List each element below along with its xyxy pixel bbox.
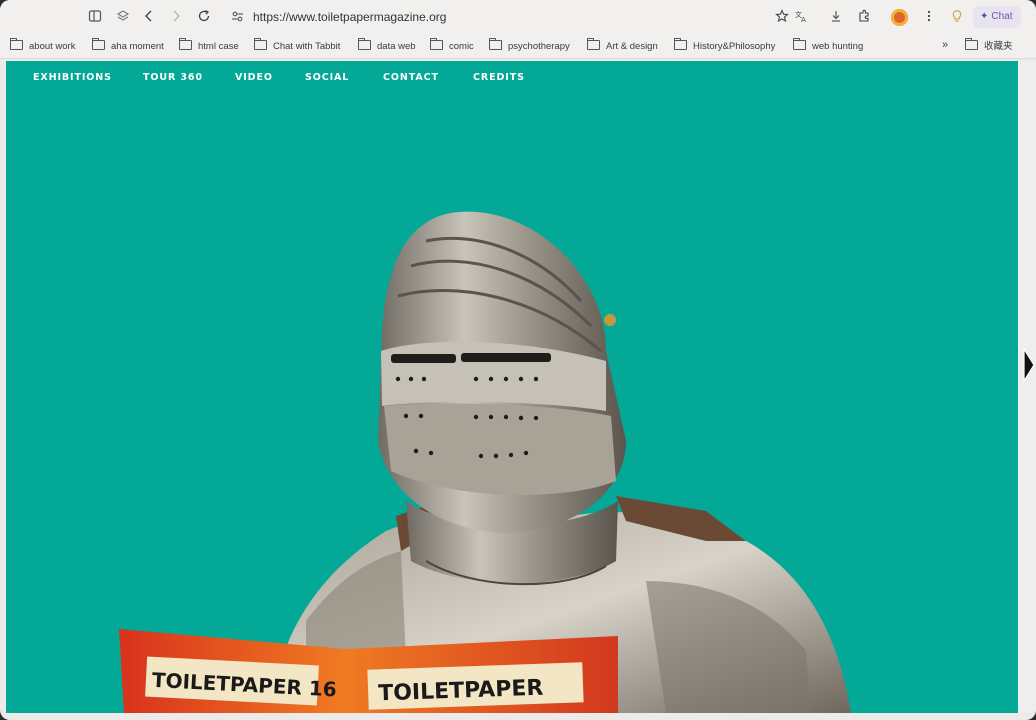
nav-tour-360[interactable]: TOUR 360 [143, 72, 203, 83]
folder-icon [430, 38, 443, 50]
chat-button[interactable]: ✦ Chat [973, 6, 1021, 28]
folder-icon [358, 38, 371, 50]
bookmark-data-web[interactable]: data web [358, 38, 416, 54]
lightbulb-icon[interactable] [948, 9, 966, 27]
bookmark-comic[interactable]: comic [430, 38, 474, 54]
folder-icon [489, 38, 502, 50]
extension-avatar-icon[interactable] [891, 9, 908, 26]
chat-spark-icon: ✦ [980, 11, 989, 22]
bookmark-label: data web [377, 41, 416, 52]
bookmark-label: History&Philosophy [693, 41, 776, 52]
chat-button-label: Chat [991, 11, 1013, 22]
bookmarks-bar: about work aha moment html case Chat wit… [0, 36, 1036, 59]
folder-icon [92, 38, 105, 50]
nav-video[interactable]: VIDEO [235, 72, 273, 83]
bookmark-label: web hunting [812, 41, 864, 52]
bookmark-aha-moment[interactable]: aha moment [92, 38, 164, 54]
folder-icon [965, 38, 978, 50]
site-info-icon[interactable] [230, 10, 244, 24]
bookmarks-overflow-button[interactable]: » [942, 39, 948, 51]
reload-icon[interactable] [195, 9, 213, 27]
bookmark-web-hunting[interactable]: web hunting [793, 38, 864, 54]
sidebar-icon[interactable] [86, 9, 104, 27]
knight-hero-image: TOILETPAPER 16 TOILETPAPER [119, 211, 851, 713]
bookmark-label: aha moment [111, 41, 164, 52]
bookmark-about-work[interactable]: about work [10, 38, 76, 54]
bookmark-label: Chat with Tabbit [273, 41, 341, 52]
bookmark-favorites-folder[interactable]: 收藏夹 [965, 38, 1013, 54]
download-icon[interactable] [827, 9, 845, 27]
browser-window: https://www.toiletpapermagazine.org 文A ✦… [0, 0, 1036, 720]
nav-exhibitions[interactable]: EXHIBITIONS [33, 72, 112, 83]
mouse-cursor-icon [1022, 346, 1036, 387]
bookmark-label: 收藏夹 [984, 41, 1013, 52]
folder-icon [10, 38, 23, 50]
bookmark-label: Art & design [606, 41, 658, 52]
bookmark-label: comic [449, 41, 474, 52]
folder-icon [254, 38, 267, 50]
bookmark-label: html case [198, 41, 239, 52]
star-icon[interactable] [773, 9, 791, 27]
svg-text:A: A [801, 16, 806, 23]
forward-icon[interactable] [167, 9, 185, 27]
bookmark-html-case[interactable]: html case [179, 38, 239, 54]
folder-icon [793, 38, 806, 50]
translate-icon[interactable]: 文A [792, 9, 810, 27]
address-bar-url[interactable]: https://www.toiletpapermagazine.org [253, 10, 446, 24]
bookmark-psychotherapy[interactable]: psychotherapy [489, 38, 570, 54]
layers-icon[interactable] [114, 9, 132, 27]
web-page: TOILETPAPER 16 TOILETPAPER EXHIBITIONS T… [6, 61, 1018, 713]
nav-contact[interactable]: CONTACT [383, 72, 439, 83]
extensions-icon[interactable] [855, 9, 873, 27]
bookmark-chat-with-tabbit[interactable]: Chat with Tabbit [254, 38, 341, 54]
bookmark-history-philosophy[interactable]: History&Philosophy [674, 38, 776, 54]
bookmark-label: about work [29, 41, 76, 52]
browser-toolbar: https://www.toiletpapermagazine.org 文A ✦… [0, 0, 1036, 36]
folder-icon [179, 38, 192, 50]
bookmark-label: psychotherapy [508, 41, 570, 52]
more-icon[interactable] [920, 9, 938, 27]
page-scrollbar[interactable] [1018, 61, 1036, 713]
nav-social[interactable]: SOCIAL [305, 72, 349, 83]
folder-icon [674, 38, 687, 50]
folder-icon [587, 38, 600, 50]
nav-credits[interactable]: CREDITS [473, 72, 525, 83]
back-icon[interactable] [140, 9, 158, 27]
bookmark-art-design[interactable]: Art & design [587, 38, 658, 54]
